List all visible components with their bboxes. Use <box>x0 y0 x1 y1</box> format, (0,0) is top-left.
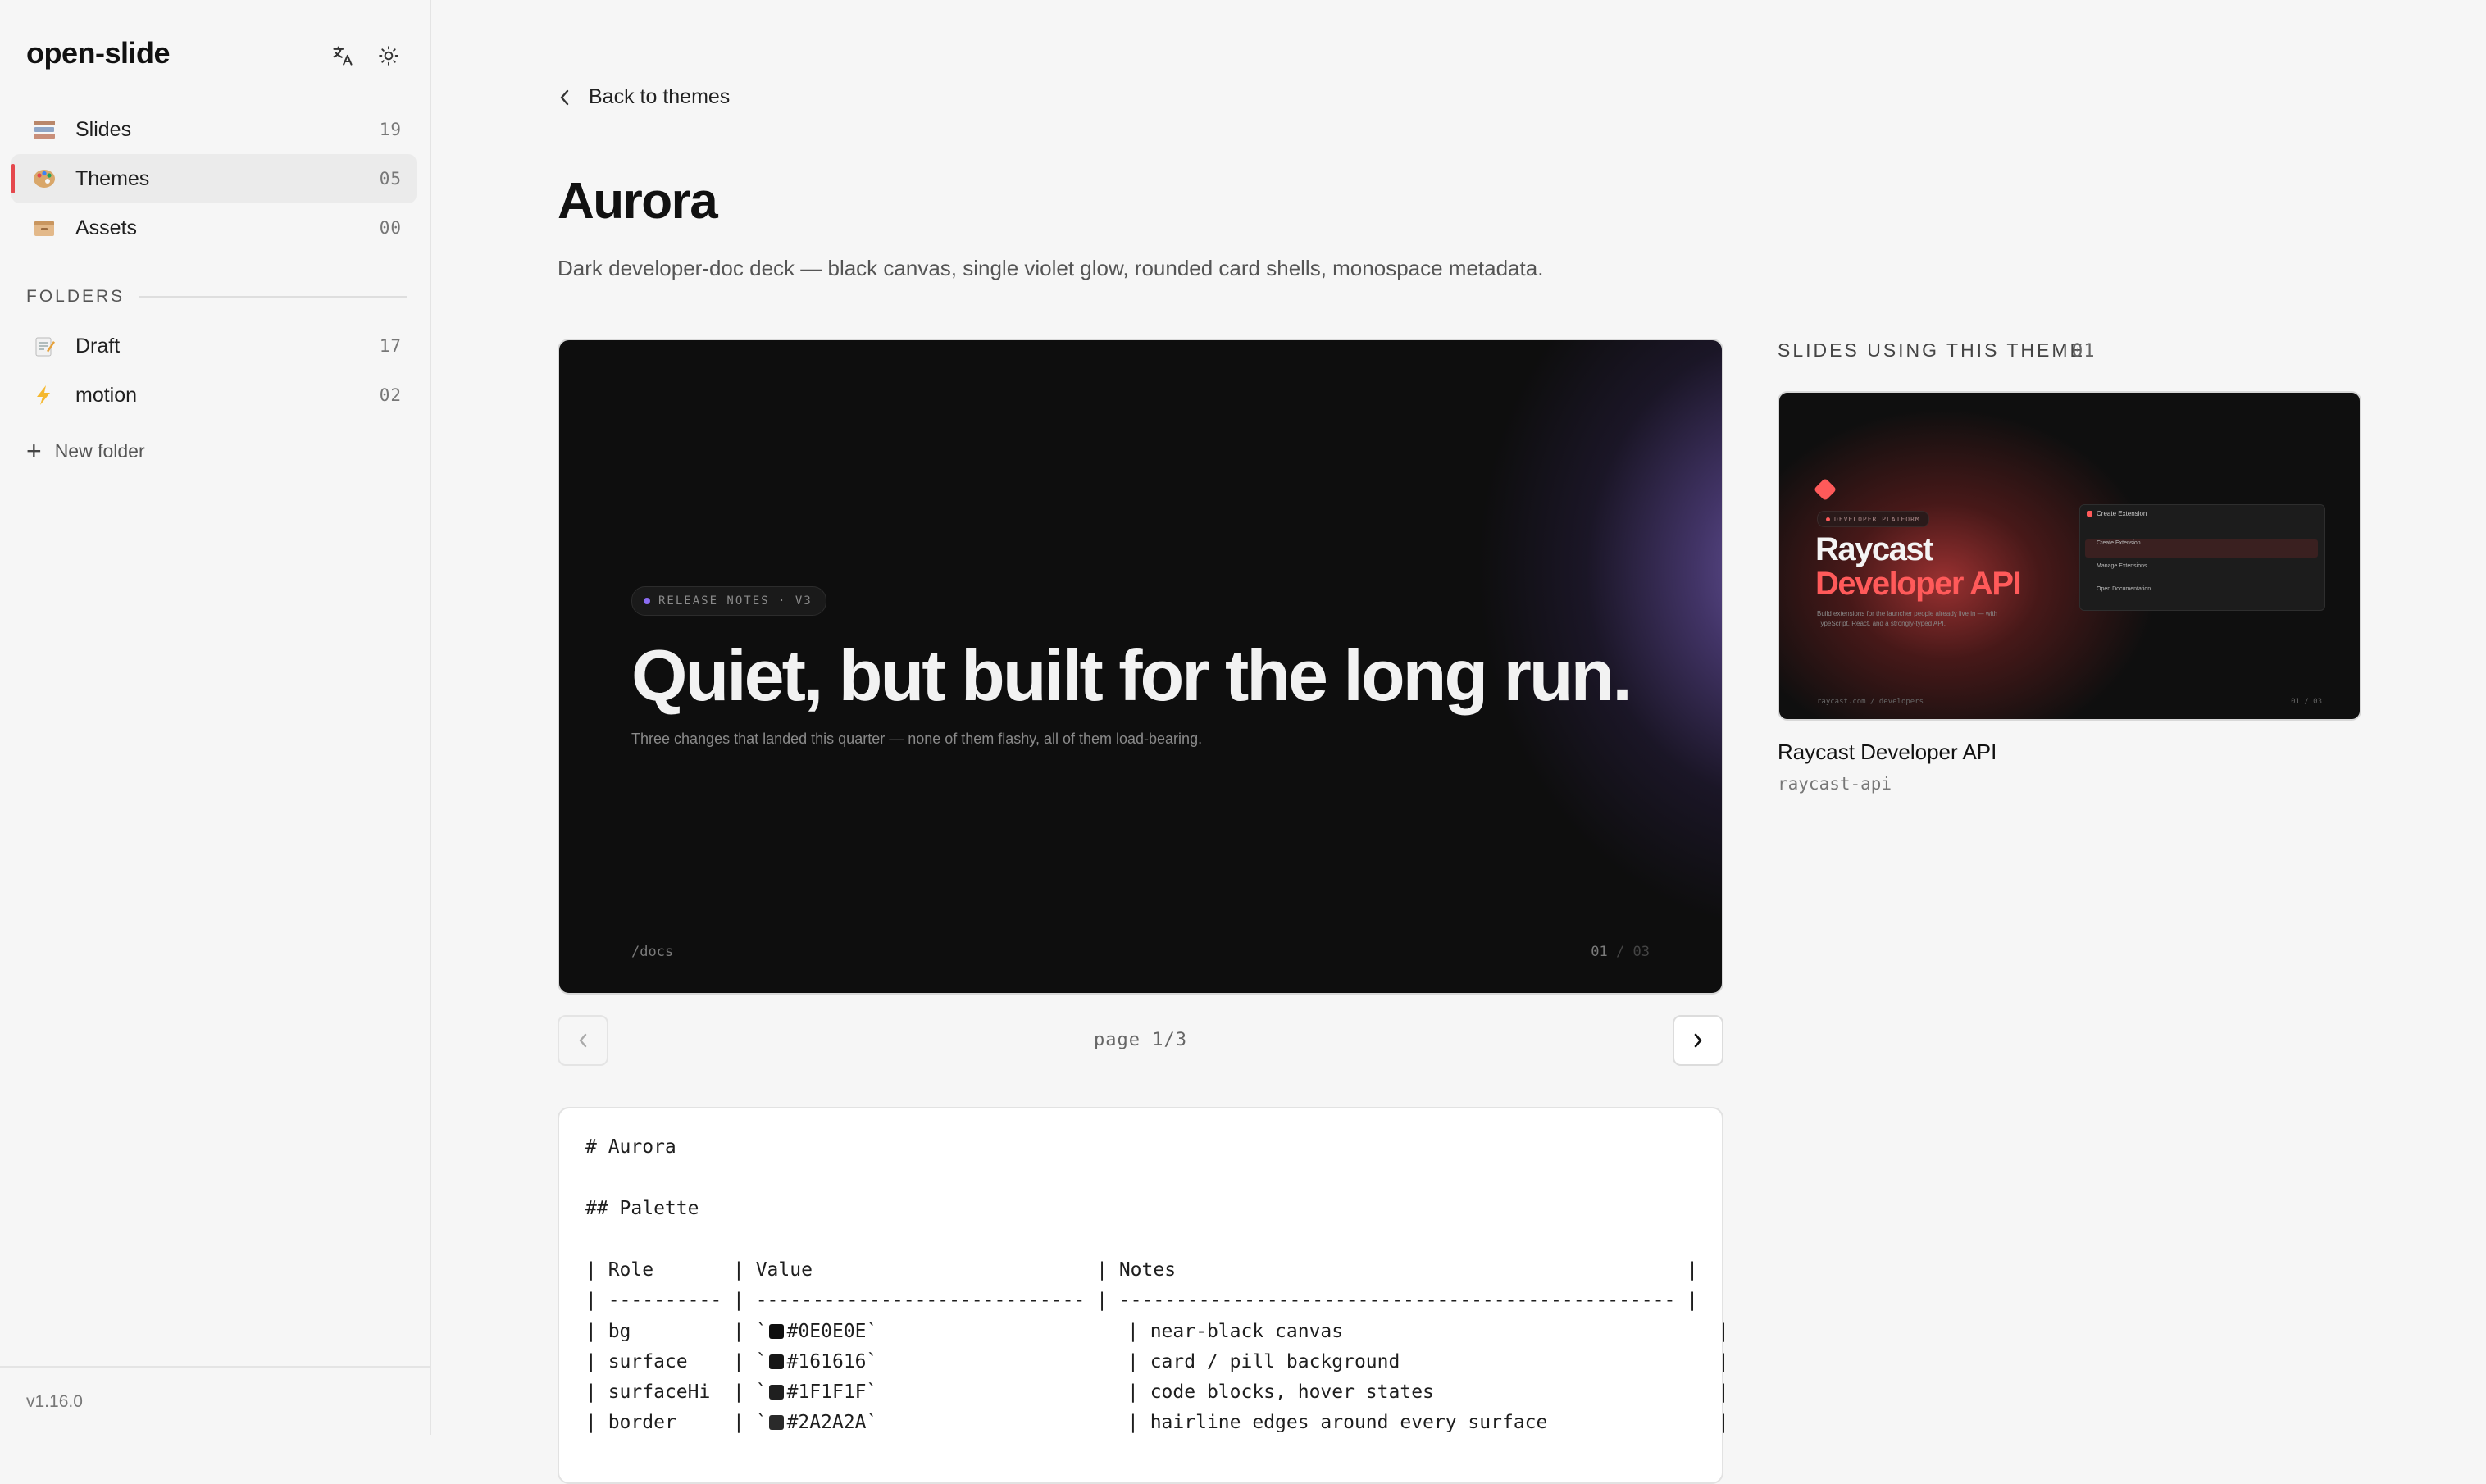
thumb-pill-label: DEVELOPER PLATFORM <box>1834 515 1920 523</box>
sidebar-item-count: 00 <box>379 218 402 238</box>
palette-note: hairline edges around every surface <box>1150 1412 1548 1433</box>
palette-value: #0E0E0E <box>786 1321 867 1342</box>
markdown-table-row: | surfaceHi | ` #1F1F1F` | code blocks, h… <box>585 1382 1729 1403</box>
palette-icon <box>30 164 59 193</box>
slide-page-indicator: 01 / 03 <box>1591 944 1650 960</box>
thumb-panel-row: Open Documentation <box>2097 586 2151 592</box>
slide-heading: Quiet, but built for the long run. <box>631 635 1632 716</box>
folders-heading-label: FOLDERS <box>26 287 125 306</box>
memo-icon <box>30 331 59 361</box>
sidebar-item-label: Assets <box>75 216 138 239</box>
back-to-themes-link[interactable]: Back to themes <box>558 85 730 109</box>
color-swatch <box>768 1324 784 1339</box>
slides-using-theme-count: 01 <box>2072 341 2096 362</box>
slide-page-separator: / <box>1616 944 1625 960</box>
thumb-heading-line1: Raycast <box>1815 531 1933 567</box>
sidebar-item-count: 19 <box>379 120 402 139</box>
palette-note: near-black canvas <box>1150 1321 1344 1342</box>
sidebar-item-slides[interactable]: Slides 19 <box>11 105 417 154</box>
palette-value: #2A2A2A <box>786 1412 867 1433</box>
sidebar-item-folder-motion[interactable]: motion 02 <box>11 371 417 420</box>
sidebar-item-count: 02 <box>379 385 402 405</box>
plus-icon: + <box>26 436 42 466</box>
markdown-table-row: | surface | ` #161616` | card / pill back… <box>585 1351 1729 1372</box>
sidebar: open-slide Slides 19 Themes 05 Assets 00… <box>0 0 431 1435</box>
page-title: Aurora <box>558 173 718 230</box>
slide-card-title[interactable]: Raycast Developer API <box>1778 740 1997 765</box>
new-folder-label: New folder <box>54 439 145 462</box>
theme-preview-slide: RELEASE NOTES · V3 Quiet, but built for … <box>558 339 1723 995</box>
next-page-button[interactable] <box>1673 1015 1723 1066</box>
sidebar-item-folder-draft[interactable]: Draft 17 <box>11 321 417 371</box>
sidebar-item-themes[interactable]: Themes 05 <box>11 154 417 203</box>
new-folder-button[interactable]: + New folder <box>26 438 145 464</box>
chevron-left-icon <box>579 1033 587 1048</box>
palette-role: border <box>608 1412 676 1433</box>
chevron-left-icon <box>560 89 569 105</box>
thumb-panel-header: Create Extension <box>2087 510 2147 517</box>
palette-value: #161616 <box>786 1351 867 1372</box>
markdown-table-header: | Role | Value | Notes | <box>585 1259 1699 1281</box>
books-icon <box>30 115 59 144</box>
pill-dot-icon <box>644 598 650 604</box>
slide-thumbnail-raycast[interactable]: DEVELOPER PLATFORM Raycast Developer API… <box>1778 391 2361 721</box>
sidebar-footer: v1.16.0 <box>0 1366 431 1435</box>
thumb-panel-row: Create Extension <box>2085 539 2318 558</box>
app-logo: open-slide <box>26 36 171 70</box>
sidebar-item-label: Themes <box>75 166 150 190</box>
palette-note: code blocks, hover states <box>1150 1382 1434 1403</box>
thumb-footer-left: raycast.com / developers <box>1817 698 1924 706</box>
slides-using-theme-heading: SLIDES USING THIS THEME <box>1778 339 2085 361</box>
sidebar-item-label: Slides <box>75 117 132 141</box>
sidebar-item-label: motion <box>75 383 138 407</box>
slide-pill-label: RELEASE NOTES · V3 <box>658 594 813 608</box>
slide-subheading: Three changes that landed this quarter —… <box>631 731 1203 747</box>
color-swatch <box>768 1385 784 1400</box>
panel-icon <box>2087 511 2092 517</box>
chevron-right-icon <box>1694 1033 1702 1048</box>
back-label: Back to themes <box>589 85 731 108</box>
slide-pill-badge: RELEASE NOTES · V3 <box>631 586 826 616</box>
thumb-pill-badge: DEVELOPER PLATFORM <box>1817 511 1929 527</box>
markdown-table-row: | border | ` #2A2A2A` | hairline edges ar… <box>585 1412 1729 1433</box>
theme-toggle-sun-icon[interactable] <box>374 41 403 71</box>
slide-footer-path: /docs <box>631 944 674 960</box>
theme-description: Dark developer-doc deck — black canvas, … <box>558 256 1544 280</box>
palette-role: surface <box>608 1351 688 1372</box>
markdown-heading-1: # Aurora <box>585 1136 676 1158</box>
pager-label: page 1/3 <box>1094 1030 1187 1050</box>
pill-dot-icon <box>1826 517 1830 521</box>
thumb-panel-row: Manage Extensions <box>2097 563 2147 569</box>
slide-card-id: raycast-api <box>1778 774 1892 794</box>
translate-icon[interactable] <box>328 41 357 71</box>
palette-role: surfaceHi <box>608 1382 711 1403</box>
color-swatch <box>768 1415 784 1430</box>
divider <box>139 296 407 298</box>
thumb-footer-right: 01 / 03 <box>2291 698 2322 706</box>
app-version: v1.16.0 <box>26 1392 83 1411</box>
sidebar-item-count: 17 <box>379 336 402 356</box>
markdown-table-separator: | ---------- | -------------------------… <box>585 1290 1699 1311</box>
lightning-icon <box>30 380 59 410</box>
thumb-heading-line2: Developer API <box>1815 566 2022 602</box>
thumb-command-panel: Create Extension Create Extension Manage… <box>2079 504 2325 611</box>
slide-page-current: 01 <box>1591 944 1608 960</box>
previous-page-button[interactable] <box>558 1015 608 1066</box>
palette-note: card / pill background <box>1150 1351 1400 1372</box>
color-swatch <box>768 1354 784 1369</box>
markdown-heading-2: ## Palette <box>585 1198 699 1219</box>
sidebar-item-assets[interactable]: Assets 00 <box>11 203 417 253</box>
thumb-panel-title: Create Extension <box>2097 510 2147 517</box>
palette-value: #1F1F1F <box>786 1382 867 1403</box>
slide-page-total: 03 <box>1632 944 1650 960</box>
sidebar-item-label: Draft <box>75 334 121 357</box>
sidebar-item-count: 05 <box>379 169 402 189</box>
palette-role: bg <box>608 1321 631 1342</box>
card-box-icon <box>30 213 59 243</box>
folders-heading: FOLDERS <box>26 287 407 307</box>
markdown-table-row: | bg | ` #0E0E0E` | near-black canvas | <box>585 1321 1729 1342</box>
thumb-body-text: Build extensions for the launcher people… <box>1817 610 1998 627</box>
theme-markdown-card: # Aurora ## Palette | Role | Value | Not… <box>558 1107 1729 1484</box>
